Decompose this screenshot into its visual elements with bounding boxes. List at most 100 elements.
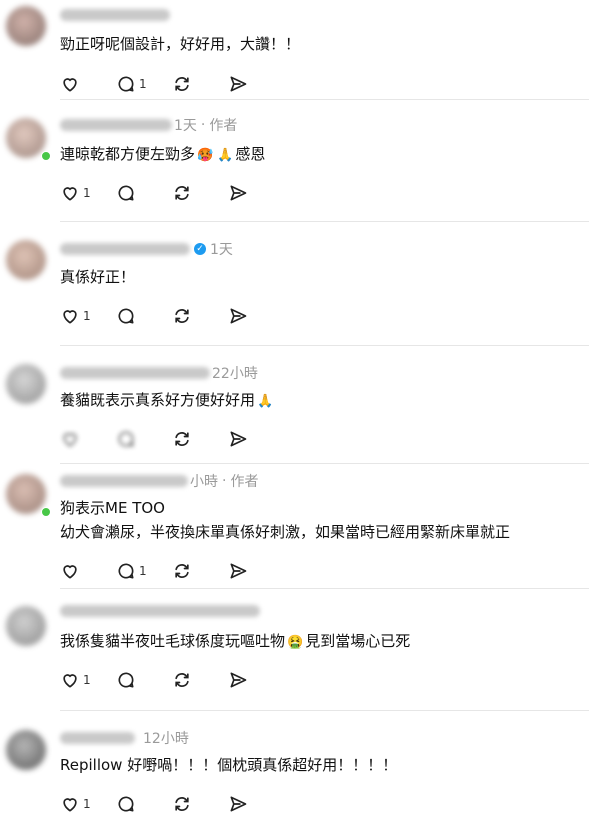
repost-icon [175, 77, 189, 91]
comment-icon [118, 672, 134, 688]
reply-button[interactable] [116, 668, 172, 692]
emoji-pray-icon: 🙏 [257, 394, 274, 409]
username-blurred[interactable] [60, 475, 188, 487]
repost-button[interactable] [172, 72, 228, 96]
avatar[interactable] [6, 474, 46, 514]
heart-icon [63, 433, 77, 447]
divider [60, 99, 589, 100]
reply-button[interactable]: 1 [116, 72, 172, 96]
share-button[interactable] [228, 181, 284, 205]
reply-button[interactable] [116, 427, 172, 451]
avatar[interactable] [6, 730, 46, 770]
comment-icon [118, 185, 134, 201]
share-button[interactable] [228, 559, 284, 583]
avatar[interactable] [6, 240, 46, 280]
comment-meta [60, 602, 262, 620]
share-icon [230, 672, 247, 688]
comment-text-line: 幼犬會瀨尿，半夜換床單真係好刺激，如果當時已經用緊新床單就正 [60, 523, 511, 541]
like-button[interactable]: 1 [60, 181, 116, 205]
reply-button[interactable] [116, 792, 172, 816]
comment-icon [118, 76, 134, 92]
heart-icon [63, 798, 77, 812]
repost-button[interactable] [172, 792, 228, 816]
reply-button[interactable] [116, 304, 172, 328]
repost-button[interactable] [172, 304, 228, 328]
username-blurred[interactable] [60, 605, 260, 617]
comment-meta: 12小時 [60, 729, 189, 747]
comment-meta [60, 6, 172, 24]
share-icon [230, 796, 247, 812]
share-button[interactable] [228, 668, 284, 692]
comment-meta: ✓ 1天 [60, 240, 233, 258]
author-badge: 作者 [209, 118, 238, 134]
comment-text-part: 我係隻貓半夜吐毛球係度玩嘔吐物 [60, 632, 286, 650]
like-count: 1 [83, 309, 91, 323]
action-bar: 1 [60, 668, 284, 692]
username-blurred[interactable] [60, 243, 190, 255]
like-button[interactable]: 1 [60, 304, 116, 328]
repost-button[interactable] [172, 181, 228, 205]
share-icon [230, 308, 247, 324]
online-status-dot [41, 151, 51, 161]
repost-button[interactable] [172, 668, 228, 692]
repost-icon [175, 564, 189, 578]
comment-meta: 22小時 [60, 364, 258, 382]
like-button[interactable]: 1 [60, 668, 116, 692]
comment-icon [118, 563, 134, 579]
like-button[interactable] [60, 559, 116, 583]
avatar[interactable] [6, 118, 46, 158]
author-badge: 作者 [230, 474, 259, 490]
like-button[interactable] [60, 427, 116, 451]
divider [60, 710, 589, 711]
share-button[interactable] [228, 427, 284, 451]
comment-text-part: 連晾乾都方便左勁多 [60, 145, 196, 163]
action-bar: 1 [60, 72, 284, 96]
action-bar [60, 427, 284, 451]
action-bar: 1 [60, 181, 284, 205]
share-button[interactable] [228, 792, 284, 816]
heart-icon [63, 187, 77, 201]
username-blurred[interactable] [60, 732, 135, 744]
like-count: 1 [83, 673, 91, 687]
comment-icon [118, 431, 134, 447]
like-button[interactable]: 1 [60, 792, 116, 816]
share-button[interactable] [228, 304, 284, 328]
comment-time: 12小時 [143, 731, 189, 747]
repost-icon [175, 673, 189, 687]
divider [60, 221, 589, 222]
avatar[interactable] [6, 364, 46, 404]
username-blurred[interactable] [60, 367, 210, 379]
comment-meta: 小時 · 作者 [60, 472, 258, 490]
reply-button[interactable] [116, 181, 172, 205]
username-blurred[interactable] [60, 9, 170, 21]
repost-icon [175, 797, 189, 811]
share-icon [230, 563, 247, 579]
online-status-dot [41, 507, 51, 517]
action-bar: 1 [60, 792, 284, 816]
like-button[interactable] [60, 72, 116, 96]
comment-meta: 1天 · 作者 [60, 116, 237, 134]
reply-button[interactable]: 1 [116, 559, 172, 583]
comment-icon [118, 308, 134, 324]
username-blurred[interactable] [60, 119, 172, 131]
verified-icon: ✓ [194, 243, 206, 255]
repost-icon [175, 432, 189, 446]
divider [60, 588, 589, 589]
repost-button[interactable] [172, 559, 228, 583]
emoji-face-icon: 🥵 [197, 148, 214, 163]
heart-icon [63, 565, 77, 579]
repost-icon [175, 186, 189, 200]
comment-text-part: 見到當場心已死 [305, 632, 411, 650]
like-count: 1 [83, 797, 91, 811]
repost-button[interactable] [172, 427, 228, 451]
reply-count: 1 [139, 564, 147, 578]
divider [60, 463, 589, 464]
repost-icon [175, 309, 189, 323]
avatar[interactable] [6, 606, 46, 646]
share-button[interactable] [228, 72, 284, 96]
comment-text: 真係好正！ [60, 268, 136, 286]
avatar[interactable] [6, 6, 46, 46]
heart-icon [63, 674, 77, 688]
share-icon [230, 76, 247, 92]
emoji-baby-icon: 🤮 [287, 635, 304, 650]
